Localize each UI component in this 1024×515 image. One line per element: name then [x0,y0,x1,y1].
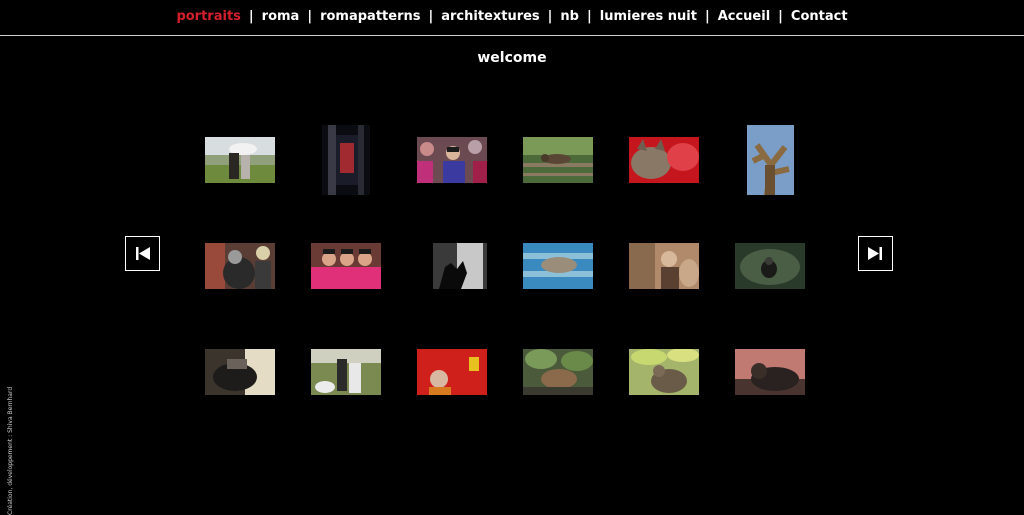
nav-link-portraits[interactable]: portraits [176,9,240,24]
page-title: welcome [477,50,547,66]
nav-separator: | [778,9,783,24]
gallery-thumbnail[interactable] [735,243,805,289]
gallery-thumbnail[interactable] [629,348,699,395]
gallery-thumbnail[interactable] [735,349,805,395]
nav-link-contact[interactable]: Contact [791,9,848,24]
skip-next-icon [868,247,882,260]
top-navigation: portraits | roma | romapatterns | archit… [0,0,1024,36]
gallery-thumbnail[interactable] [523,243,593,289]
site-credit: Création, développement : Shiva Bernhard [0,381,14,515]
nav-separator: | [547,9,553,24]
gallery-previous-button[interactable] [125,236,160,271]
gallery-thumbnail[interactable] [205,137,275,183]
nav-link-architextures[interactable]: architextures [441,9,539,24]
gallery-next-button[interactable] [858,236,893,271]
gallery-thumbnail[interactable] [417,349,487,395]
nav-link-roma[interactable]: roma [262,9,300,24]
gallery-thumbnail[interactable] [747,125,794,196]
nav-separator: | [586,9,592,24]
gallery-thumbnail[interactable] [523,137,593,183]
skip-previous-icon [136,247,150,260]
nav-separator: | [248,9,254,24]
nav-separator: | [428,9,434,24]
nav-link-lumieres-nuit[interactable]: lumieres nuit [600,9,697,24]
gallery-thumbnail[interactable] [629,137,699,183]
gallery-thumbnail[interactable] [629,243,699,289]
gallery-thumbnail[interactable] [417,243,487,289]
gallery-thumbnail[interactable] [417,137,487,183]
nav-link-accueil[interactable]: Accueil [718,9,770,24]
gallery-thumbnail[interactable] [205,349,275,395]
nav-separator: | [307,9,313,24]
nav-link-romapatterns[interactable]: romapatterns [320,9,420,24]
gallery-thumbnail[interactable] [205,243,275,289]
gallery-thumbnail[interactable] [523,349,593,395]
credit-text: Création, développement : Shiva Bernhard [7,386,14,515]
gallery-thumbnail[interactable] [311,349,381,395]
gallery-thumbnail[interactable] [322,125,370,195]
nav-list: portraits | roma | romapatterns | archit… [176,9,847,24]
nav-link-nb[interactable]: nb [560,9,579,24]
gallery-thumbnail[interactable] [311,243,381,289]
nav-separator: | [704,9,710,24]
